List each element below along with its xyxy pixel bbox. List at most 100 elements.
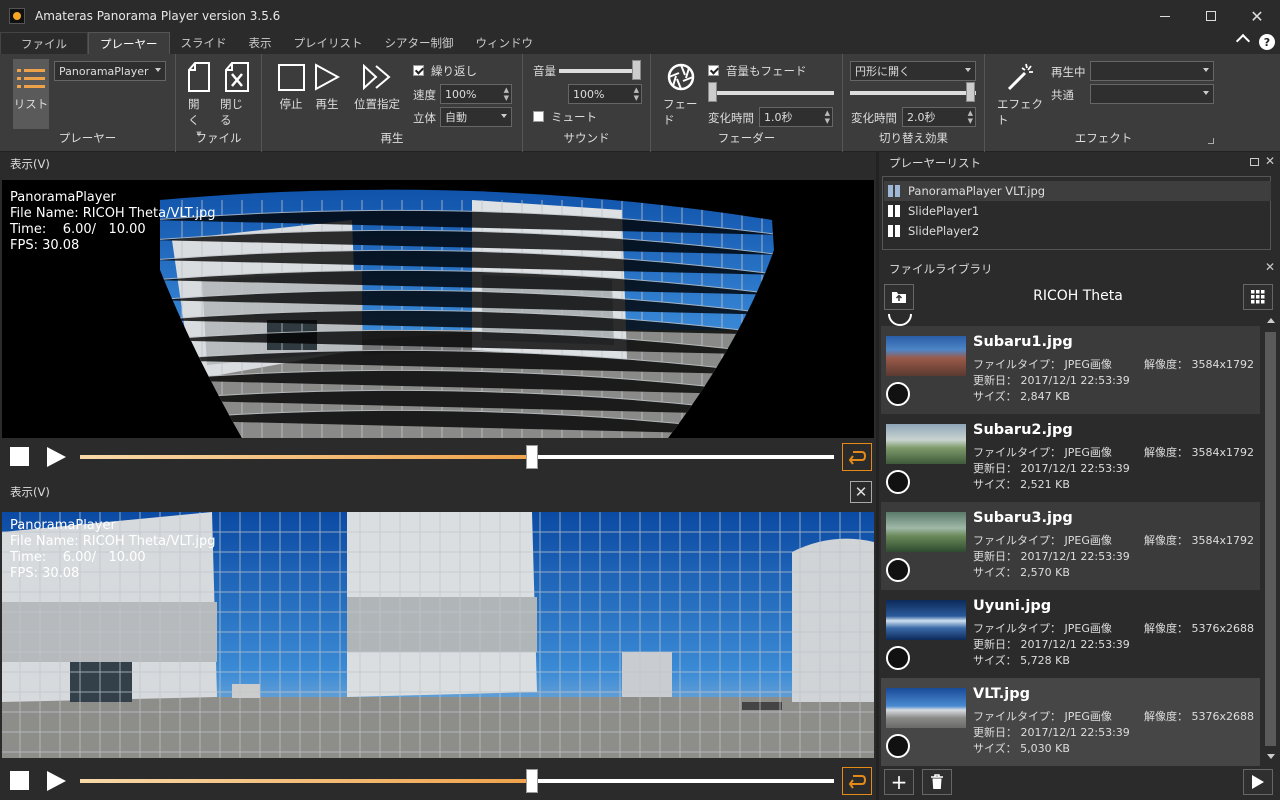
scrollbar-thumb[interactable]	[1265, 332, 1276, 746]
view1-stop-icon[interactable]	[10, 447, 29, 466]
file-item[interactable]: Subaru2.jpg ファイルタイプ： JPEG画像 更新日： 2017/12…	[881, 414, 1260, 502]
stereo-select[interactable]: 自動	[440, 107, 512, 127]
volume-slider-thumb[interactable]	[632, 60, 641, 80]
transition-time-value: 2.0秒	[907, 111, 936, 124]
help-icon[interactable]: ?	[1259, 34, 1275, 50]
file-res-value: 5376x2688	[1191, 710, 1255, 723]
playing-effect-select[interactable]	[1090, 61, 1214, 81]
view2-stop-icon[interactable]	[10, 771, 29, 790]
view2-seek-bar[interactable]	[80, 769, 834, 793]
file-date: 更新日： 2017/12/1 22:53:39	[973, 372, 1130, 388]
close-panel-icon[interactable]: ✕	[1265, 260, 1275, 274]
file-type-label: ファイルタイプ：	[973, 358, 1061, 371]
globe-icon	[886, 734, 910, 758]
scroll-up-icon[interactable]	[1267, 318, 1275, 323]
speed-spinbox[interactable]: 100% ▲ ▼	[440, 84, 512, 104]
scroll-down-icon[interactable]	[1267, 754, 1275, 759]
player-list-item[interactable]: SlidePlayer2	[884, 221, 1271, 241]
list-button[interactable]: リスト	[13, 59, 49, 129]
dialog-launcher-icon[interactable]	[1208, 138, 1214, 144]
plus-icon: +	[890, 770, 908, 794]
file-item[interactable]: Subaru3.jpg ファイルタイプ： JPEG画像 更新日： 2017/12…	[881, 502, 1260, 590]
play-file-button[interactable]	[1243, 769, 1273, 795]
tab-file[interactable]: ファイル	[0, 32, 88, 54]
view2-play-icon[interactable]	[47, 771, 66, 791]
file-size-label: サイズ：	[973, 566, 1017, 579]
seek-button[interactable]: 位置指定	[350, 60, 404, 112]
file-size-value: 5,728 KB	[1020, 654, 1070, 667]
collapse-ribbon-icon[interactable]	[1235, 33, 1251, 49]
delete-file-button[interactable]	[922, 769, 952, 795]
fade-slider[interactable]	[708, 91, 834, 95]
parent-folder-button[interactable]	[884, 284, 914, 310]
file-item[interactable]: Uyuni.jpg ファイルタイプ： JPEG画像 更新日： 2017/12/1…	[881, 590, 1260, 678]
file-res-value: 3584x1792	[1191, 446, 1255, 459]
add-file-button[interactable]: +	[884, 769, 914, 795]
file-list-scrollbar[interactable]	[1263, 314, 1278, 766]
maximize-button[interactable]	[1188, 0, 1234, 32]
transition-time-spinbox[interactable]: 2.0秒 ▲ ▼	[902, 107, 976, 127]
volume-fade-checkbox[interactable]	[708, 65, 719, 76]
fade-slider-thumb[interactable]	[708, 82, 717, 102]
view2-loop-button[interactable]	[842, 767, 872, 795]
view2-seek-thumb[interactable]	[526, 769, 539, 793]
file-name: Subaru2.jpg	[973, 422, 1073, 438]
file-res-label: 解像度：	[1144, 534, 1188, 547]
tab-theater[interactable]: シアター制御	[374, 32, 465, 54]
volume-value: 100%	[573, 87, 605, 101]
close-panel-icon[interactable]: ✕	[1265, 154, 1275, 168]
player-select[interactable]: PanoramaPlayer	[54, 61, 166, 81]
transition-slider-thumb[interactable]	[966, 82, 975, 102]
view1-play-icon[interactable]	[47, 447, 66, 467]
file-res-value: 3584x1792	[1191, 534, 1255, 547]
minimize-button[interactable]	[1142, 0, 1188, 32]
transition-effect-select[interactable]: 円形に開く	[850, 61, 976, 81]
file-type: ファイルタイプ： JPEG画像	[973, 356, 1112, 372]
speed-label: 速度	[413, 88, 436, 102]
close-file-button[interactable]: 閉じる	[220, 60, 254, 128]
transition-slider[interactable]	[850, 91, 976, 95]
sound-group-label: サウンド	[563, 131, 610, 145]
list-label: リスト	[13, 97, 49, 111]
fade-button[interactable]: フェード	[663, 60, 699, 128]
common-effect-select[interactable]	[1090, 84, 1214, 104]
file-res-value: 3584x1792	[1191, 358, 1255, 371]
player-list-item[interactable]: SlidePlayer1	[884, 201, 1271, 221]
mute-checkbox[interactable]	[533, 111, 544, 122]
volume-slider[interactable]	[559, 69, 641, 73]
tab-slide[interactable]: スライド	[170, 32, 238, 54]
stop-button[interactable]: 停止	[276, 60, 306, 112]
view1-viewport[interactable]: PanoramaPlayer File Name: RICOH Theta/VLT…	[2, 180, 874, 438]
tab-player[interactable]: プレーヤー	[88, 32, 170, 54]
view1-seek-thumb[interactable]	[526, 445, 539, 469]
tab-window[interactable]: ウィンドウ	[465, 32, 545, 54]
pause-icon	[888, 225, 900, 237]
file-size-label: サイズ：	[973, 390, 1017, 403]
view2-title: 表示(V)	[10, 485, 50, 499]
repeat-checkbox[interactable]	[413, 65, 424, 76]
close-file-label: 閉じる	[220, 97, 243, 127]
play-button[interactable]: 再生	[312, 60, 342, 112]
file-name: Subaru3.jpg	[973, 510, 1073, 526]
file-item[interactable]: VLT.jpg ファイルタイプ： JPEG画像 更新日： 2017/12/1 2…	[881, 678, 1260, 766]
tab-playlist[interactable]: プレイリスト	[283, 32, 374, 54]
close-window-button[interactable]: ✕	[1234, 0, 1280, 32]
view1-seek-bar[interactable]	[80, 445, 834, 469]
fade-time-spinbox[interactable]: 1.0秒 ▲ ▼	[759, 107, 833, 127]
effect-button[interactable]: エフェクト	[997, 60, 1043, 128]
pause-icon	[888, 185, 900, 197]
tab-view[interactable]: 表示	[238, 32, 283, 54]
view2-close-button[interactable]: ✕	[850, 481, 872, 503]
open-button[interactable]: 開く ▼	[188, 60, 210, 138]
view1-info-overlay: PanoramaPlayer File Name: RICOH Theta/VLT…	[10, 190, 215, 254]
volume-spinbox[interactable]: 100% ▲ ▼	[568, 84, 642, 104]
view2-viewport[interactable]: PanoramaPlayer File Name: RICOH Theta/VLT…	[2, 512, 874, 758]
file-size: サイズ： 5,030 KB	[973, 740, 1070, 756]
file-item[interactable]: Subaru1.jpg ファイルタイプ： JPEG画像 更新日： 2017/12…	[881, 326, 1260, 414]
view1-loop-button[interactable]	[842, 443, 872, 471]
player-list-item[interactable]: PanoramaPlayer VLT.jpg	[884, 181, 1271, 201]
effect-label: エフェクト	[997, 97, 1043, 127]
float-panel-icon[interactable]	[1250, 158, 1259, 166]
grid-view-button[interactable]	[1243, 284, 1273, 310]
player-group: リスト PanoramaPlayer プレーヤー	[0, 54, 176, 152]
